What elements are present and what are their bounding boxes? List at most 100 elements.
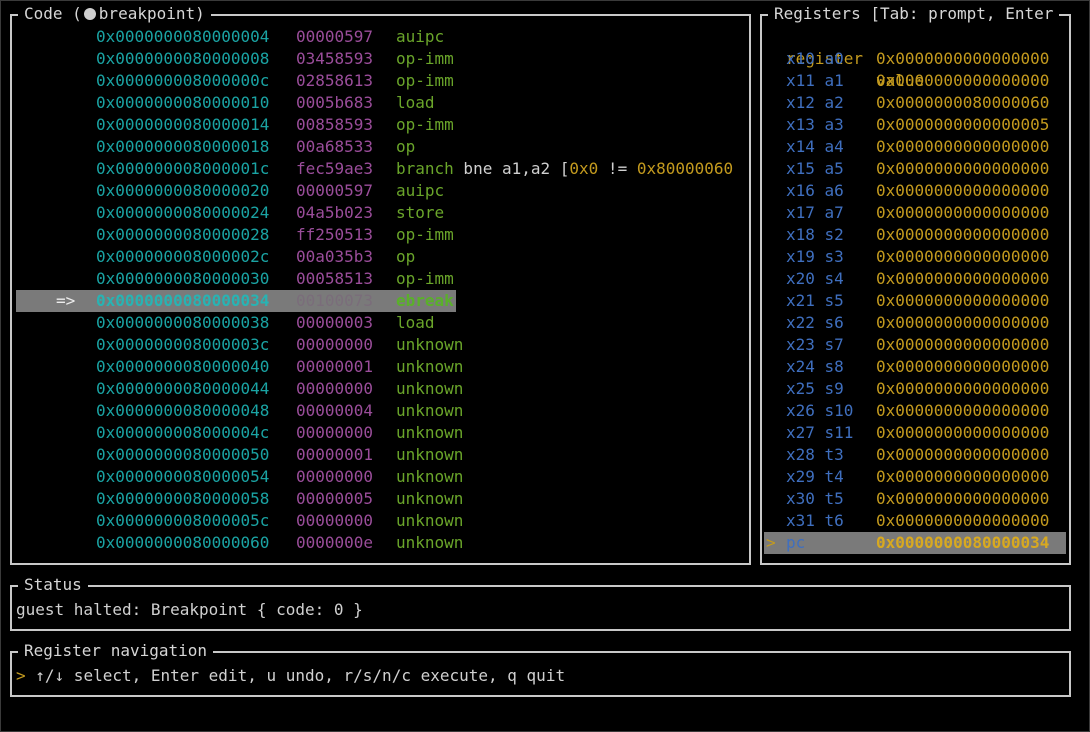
instruction-address: 0x000000008000002c <box>96 247 270 266</box>
register-value: 0x0000000000000000 <box>876 137 1050 156</box>
instruction-address: 0x0000000080000018 <box>96 137 270 156</box>
instruction-address: 0x0000000080000030 <box>96 269 270 288</box>
code-row[interactable]: 0x000000008000000c 02858613 op-imm <box>12 70 747 92</box>
prompt-marker: > <box>16 666 26 685</box>
code-row[interactable]: 0x0000000080000024 04a5b023 store <box>12 202 747 224</box>
register-row[interactable]: x21 s5 0x0000000000000000 <box>762 290 1067 312</box>
opcode-label: op-imm <box>396 115 454 134</box>
register-row[interactable]: x24 s8 0x0000000000000000 <box>762 356 1067 378</box>
code-row[interactable]: 0x0000000080000054 00000000 unknown <box>12 466 747 488</box>
register-name: x18 s2 <box>786 225 844 244</box>
code-row[interactable]: 0x0000000080000048 00000004 unknown <box>12 400 747 422</box>
register-row[interactable]: x31 t6 0x0000000000000000 <box>762 510 1067 532</box>
register-row[interactable]: x12 a2 0x0000000080000060 <box>762 92 1067 114</box>
register-name: x14 a4 <box>786 137 844 156</box>
code-row[interactable]: 0x000000008000004c 00000000 unknown <box>12 422 747 444</box>
instruction-address: 0x0000000080000044 <box>96 379 270 398</box>
register-row[interactable]: x22 s6 0x0000000000000000 <box>762 312 1067 334</box>
instruction-encoding: 00000001 <box>296 357 374 376</box>
instruction-encoding: 00000000 <box>296 467 374 486</box>
opcode-label: auipc <box>396 181 445 200</box>
opcode-label: op-imm <box>396 225 454 244</box>
instruction-encoding: 0005b683 <box>296 93 374 112</box>
code-row[interactable]: 0x0000000080000060 0000000e unknown <box>12 532 747 554</box>
instruction-opcode-class: store <box>396 202 444 224</box>
register-row[interactable]: x15 a5 0x0000000000000000 <box>762 158 1067 180</box>
register-name: x25 s9 <box>786 379 844 398</box>
instruction-opcode-class: unknown <box>396 356 463 378</box>
opcode-label: unknown <box>396 467 464 486</box>
code-row[interactable]: 0x0000000080000028 ff250513 op-imm <box>12 224 747 246</box>
code-row[interactable]: 0x0000000080000010 0005b683 load <box>12 92 747 114</box>
instruction-encoding: 00858593 <box>296 115 374 134</box>
code-row[interactable]: 0x0000000080000020 00000597 auipc <box>12 180 747 202</box>
register-row[interactable]: x11 a1 0x0000000000000000 <box>762 70 1067 92</box>
opcode-label: branch <box>396 159 454 178</box>
code-title-prefix: Code ( <box>24 4 82 23</box>
instruction-encoding: 00000000 <box>296 379 374 398</box>
code-row[interactable]: 0x0000000080000058 00000005 unknown <box>12 488 747 510</box>
register-value: 0x0000000000000000 <box>876 423 1050 442</box>
instruction-opcode-class: op-imm <box>396 70 454 92</box>
register-name: x20 s4 <box>786 269 844 288</box>
instruction-encoding: 00000005 <box>296 489 374 508</box>
instruction-encoding: 04a5b023 <box>296 203 374 222</box>
code-row[interactable]: 0x000000008000005c 00000000 unknown <box>12 510 747 532</box>
code-row[interactable]: 0x000000008000002c 00a035b3 op <box>12 246 747 268</box>
register-row[interactable]: x25 s9 0x0000000000000000 <box>762 378 1067 400</box>
code-row[interactable]: 0x0000000080000040 00000001 unknown <box>12 356 747 378</box>
register-name: x29 t4 <box>786 467 844 486</box>
register-row[interactable]: x14 a4 0x0000000000000000 <box>762 136 1067 158</box>
current-instruction-row[interactable]: => 0x0000000080000034 00100073 ebreak <box>12 290 747 312</box>
opcode-label: unknown <box>396 335 464 354</box>
instruction-opcode-class: unknown <box>396 466 463 488</box>
code-row[interactable]: 0x0000000080000038 00000003 load <box>12 312 747 334</box>
opcode-label: unknown <box>396 423 464 442</box>
code-row[interactable]: 0x0000000080000018 00a68533 op <box>12 136 747 158</box>
register-value: 0x0000000000000000 <box>876 511 1050 530</box>
code-row[interactable]: 0x0000000080000014 00858593 op-imm <box>12 114 747 136</box>
register-row[interactable]: x29 t4 0x0000000000000000 <box>762 466 1067 488</box>
opcode-label: load <box>396 93 435 112</box>
code-row[interactable]: 0x0000000080000050 00000001 unknown <box>12 444 747 466</box>
instruction-opcode-class: op-imm <box>396 224 454 246</box>
instruction-address: 0x0000000080000040 <box>96 357 270 376</box>
register-row[interactable]: x16 a6 0x0000000000000000 <box>762 180 1067 202</box>
register-row[interactable]: x26 s10 0x0000000000000000 <box>762 400 1067 422</box>
selection-marker: > <box>766 533 776 552</box>
code-row[interactable]: 0x0000000080000004 00000597 auipc <box>12 26 747 48</box>
selected-register-row[interactable]: > pc 0x0000000080000034 <box>762 532 1067 554</box>
register-row[interactable]: x19 s3 0x0000000000000000 <box>762 246 1067 268</box>
navigation-prompt-line[interactable]: > ↑/↓ select, Enter edit, u undo, r/s/n/… <box>16 665 565 687</box>
register-row[interactable]: x30 t5 0x0000000000000000 <box>762 488 1067 510</box>
instruction-encoding: 00000004 <box>296 401 374 420</box>
instruction-opcode-class: load <box>396 92 435 114</box>
instruction-address: 0x0000000080000050 <box>96 445 270 464</box>
instruction-opcode-class: branch bne a1,a2 [0x0 != 0x80000060 <box>396 158 733 180</box>
code-row[interactable]: 0x0000000080000030 00058513 op-imm <box>12 268 747 290</box>
opcode-label: op-imm <box>396 71 454 90</box>
code-row[interactable]: 0x0000000080000044 00000000 unknown <box>12 378 747 400</box>
instruction-address: 0x0000000080000060 <box>96 533 270 552</box>
opcode-label: unknown <box>396 401 464 420</box>
register-row[interactable]: x28 t3 0x0000000000000000 <box>762 444 1067 466</box>
register-row[interactable]: x27 s11 0x0000000000000000 <box>762 422 1067 444</box>
opcode-label: unknown <box>396 445 464 464</box>
instruction-opcode-class: op-imm <box>396 268 454 290</box>
register-name: pc <box>786 533 806 552</box>
code-row[interactable]: 0x0000000080000008 03458593 op-imm <box>12 48 747 70</box>
register-row[interactable]: x18 s2 0x0000000000000000 <box>762 224 1067 246</box>
opcode-label: unknown <box>396 533 464 552</box>
register-row[interactable]: x20 s4 0x0000000000000000 <box>762 268 1067 290</box>
instruction-address: 0x0000000080000024 <box>96 203 270 222</box>
register-row[interactable]: x17 a7 0x0000000000000000 <box>762 202 1067 224</box>
opcode-label: store <box>396 203 445 222</box>
code-row[interactable]: 0x000000008000003c 00000000 unknown <box>12 334 747 356</box>
register-value: 0x0000000000000000 <box>876 357 1050 376</box>
register-value: 0x0000000000000000 <box>876 269 1050 288</box>
register-row[interactable]: x10 a0 0x0000000000000000 <box>762 48 1067 70</box>
instruction-annotation: bne a1,a2 [0x0 != 0x80000060 <box>453 159 734 178</box>
code-row[interactable]: 0x000000008000001c fec59ae3 branch bne a1,… <box>12 158 747 180</box>
register-row[interactable]: x13 a3 0x0000000000000005 <box>762 114 1067 136</box>
register-row[interactable]: x23 s7 0x0000000000000000 <box>762 334 1067 356</box>
